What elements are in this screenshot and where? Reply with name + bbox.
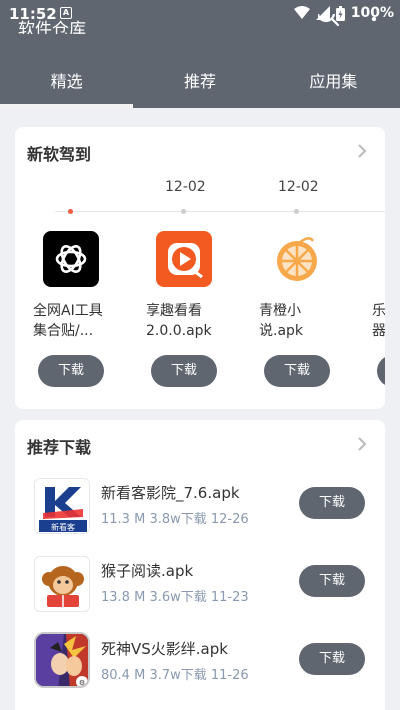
item-meta: 80.4 M 3.7w下载 11-26 bbox=[101, 664, 249, 683]
download-button[interactable]: 下载 bbox=[299, 643, 365, 675]
item-meta: 11.3 M 3.8w下载 12-26 bbox=[101, 508, 249, 527]
app-name: 享趣看看2.0.0.apk bbox=[146, 303, 212, 339]
item-downloads: 3.8w下载 bbox=[149, 512, 207, 527]
item-date: 11-23 bbox=[210, 590, 249, 605]
item-date: 12-26 bbox=[210, 512, 249, 527]
item-downloads: 3.7w下载 bbox=[149, 668, 207, 683]
new-apps-card: 新软驾到 12-02 12-02 全网AI工具集合贴/... 下载 享趣看看2.… bbox=[15, 127, 385, 409]
app-tile[interactable]: 乐器 bbox=[354, 231, 385, 387]
svg-text:⚙: ⚙ bbox=[79, 679, 85, 687]
app-name: 全网AI工具集合贴/... bbox=[33, 303, 103, 339]
chevron-right-icon[interactable] bbox=[357, 143, 367, 159]
app-name: 乐器 bbox=[372, 303, 385, 339]
timeline-date: 12-02 bbox=[165, 179, 206, 195]
item-name: 新看客影院_7.6.apk bbox=[101, 484, 240, 502]
section-title-recommended: 推荐下载 bbox=[27, 438, 92, 457]
item-meta: 13.8 M 3.6w下载 11-23 bbox=[101, 586, 249, 605]
download-button[interactable]: 下载 bbox=[299, 565, 365, 597]
timeline-dot-active bbox=[68, 209, 73, 214]
download-button[interactable]: 下载 bbox=[151, 355, 217, 387]
list-item[interactable]: ⚙ 死神VS火影绊.apk 80.4 M 3.7w下载 11-26 下载 bbox=[15, 628, 385, 698]
app-tile[interactable]: 青橙小说.apk 下载 bbox=[241, 231, 351, 387]
download-button[interactable]: 下载 bbox=[299, 487, 365, 519]
play-icon bbox=[156, 231, 212, 287]
chevron-right-icon[interactable] bbox=[357, 436, 367, 452]
timeline-dot bbox=[181, 209, 186, 214]
item-size: 13.8 M bbox=[101, 590, 146, 605]
tab-app-collection[interactable]: 应用集 bbox=[267, 60, 400, 106]
k-logo-icon: 新看客 bbox=[34, 478, 90, 534]
app-tile[interactable]: 全网AI工具集合贴/... 下载 bbox=[15, 231, 125, 387]
item-name: 猴子阅读.apk bbox=[101, 562, 194, 580]
recommended-card: 推荐下载 新看客 新看客影院_7.6.apk 11.3 M 3.8w下载 12-… bbox=[15, 420, 385, 710]
svg-text:新看客: 新看客 bbox=[51, 522, 75, 532]
item-date: 11-26 bbox=[210, 668, 249, 683]
download-button[interactable]: 下载 bbox=[264, 355, 330, 387]
page-title: 软件仓库 bbox=[18, 20, 86, 34]
status-icons: 100% bbox=[293, 5, 394, 21]
item-name: 死神VS火影绊.apk bbox=[101, 640, 228, 658]
more-vert-icon[interactable] bbox=[370, 14, 378, 28]
monkey-icon bbox=[34, 556, 90, 612]
search-icon[interactable] bbox=[318, 14, 340, 28]
item-downloads: 3.6w下载 bbox=[149, 590, 207, 605]
app-tile[interactable]: 享趣看看2.0.0.apk 下载 bbox=[128, 231, 238, 387]
download-button[interactable] bbox=[377, 355, 385, 387]
list-item[interactable]: 新看客 新看客影院_7.6.apk 11.3 M 3.8w下载 12-26 下载 bbox=[15, 472, 385, 542]
download-button[interactable]: 下载 bbox=[38, 355, 104, 387]
tab-bar: 精选 推荐 应用集 bbox=[0, 60, 400, 108]
list-item[interactable]: 猴子阅读.apk 13.8 M 3.6w下载 11-23 下载 bbox=[15, 550, 385, 620]
top-bar: 11:52 A 100% 软件仓库 精选 推荐 应用集 bbox=[0, 0, 400, 108]
wifi-icon bbox=[293, 6, 310, 19]
tab-featured[interactable]: 精选 bbox=[0, 60, 134, 108]
orange-slice-icon bbox=[269, 231, 325, 287]
timeline-date: 12-02 bbox=[278, 179, 319, 195]
timeline-dot bbox=[294, 209, 299, 214]
timeline-line bbox=[55, 211, 385, 212]
anime-character-icon: ⚙ bbox=[34, 632, 90, 688]
section-title-new: 新软驾到 bbox=[27, 145, 92, 164]
app-name: 青橙小说.apk bbox=[259, 303, 304, 339]
openai-logo-icon bbox=[43, 231, 99, 287]
item-size: 80.4 M bbox=[101, 668, 146, 683]
tab-recommended[interactable]: 推荐 bbox=[133, 60, 266, 106]
item-size: 11.3 M bbox=[101, 512, 146, 527]
